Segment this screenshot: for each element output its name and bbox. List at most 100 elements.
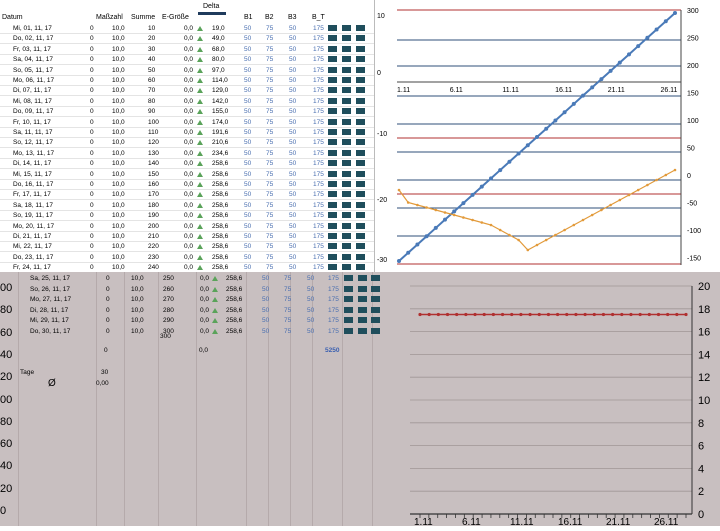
cell-m[interactable]: 10,0 [131, 284, 144, 295]
cell-s[interactable]: 80 [148, 96, 155, 107]
cell-b1[interactable]: 50 [244, 96, 251, 107]
cell-b3[interactable]: 50 [289, 54, 296, 65]
table-row[interactable]: Mi, 08, 11, 17 0 10,0 80 0,0 142,0 50 75 50 175 [0, 96, 375, 107]
cell-m[interactable]: 10,0 [112, 23, 125, 34]
table-row[interactable]: Di, 21, 11, 17 0 10,0 210 0,0 258,6 50 75 50 175 [0, 231, 375, 242]
cell-e[interactable]: 0,0 [200, 273, 209, 284]
cell-v[interactable]: 191,6 [212, 127, 228, 138]
cell-z[interactable]: 0 [90, 23, 94, 34]
cell-bt[interactable]: 175 [313, 44, 324, 55]
cell-e[interactable]: 0,0 [184, 231, 193, 242]
cell-bt[interactable]: 175 [313, 33, 324, 44]
cell-b3[interactable]: 50 [289, 241, 296, 252]
cell-m[interactable]: 10,0 [131, 315, 144, 326]
cell-s[interactable]: 230 [148, 252, 159, 263]
cell-b1[interactable]: 50 [244, 189, 251, 200]
cell-b1[interactable]: 50 [262, 305, 269, 316]
cell-date[interactable]: Mo, 06, 11, 17 [13, 75, 54, 86]
cell-e[interactable]: 0,0 [184, 210, 193, 221]
cell-m[interactable]: 10,0 [112, 169, 125, 180]
cell-z[interactable]: 0 [90, 179, 94, 190]
cell-date[interactable]: So, 19, 11, 17 [13, 210, 53, 221]
cell-date[interactable]: Di, 21, 11, 17 [13, 231, 51, 242]
cell-date[interactable]: Fr, 10, 11, 17 [13, 117, 51, 128]
cell-v[interactable]: 49,0 [212, 33, 225, 44]
cell-s[interactable]: 130 [148, 148, 159, 159]
cell-e[interactable]: 0,0 [184, 189, 193, 200]
cell-m[interactable]: 10,0 [112, 127, 125, 138]
cell-b1[interactable]: 50 [244, 65, 251, 76]
table-row[interactable]: Di, 14, 11, 17 0 10,0 140 0,0 258,6 50 75 50 175 [0, 158, 375, 170]
cell-m[interactable]: 10,0 [112, 252, 125, 263]
cell-b2[interactable]: 75 [266, 231, 273, 242]
cell-s[interactable]: 90 [148, 106, 155, 117]
cell-e[interactable]: 0,0 [184, 169, 193, 180]
cell-z[interactable]: 0 [90, 148, 94, 159]
cell-b3[interactable]: 50 [289, 169, 296, 180]
cell-m[interactable]: 10,0 [112, 179, 125, 190]
cell-v[interactable]: 258,6 [212, 189, 228, 200]
cell-v[interactable]: 234,6 [212, 148, 228, 159]
cell-s[interactable]: 190 [148, 210, 159, 221]
header-b1[interactable]: B1 [244, 14, 253, 21]
cell-bt[interactable]: 175 [328, 305, 339, 316]
cell-date[interactable]: Do, 23, 11, 17 [13, 252, 53, 263]
cell-bt[interactable]: 175 [313, 148, 324, 159]
cell-date[interactable]: Sa, 11, 11, 17 [13, 127, 53, 138]
cell-b3[interactable]: 50 [289, 44, 296, 55]
cell-e[interactable]: 0,0 [184, 96, 193, 107]
cell-date[interactable]: Mo, 13, 11, 17 [13, 148, 54, 159]
header-egroesse[interactable]: E-Größe [162, 14, 189, 21]
cell-z[interactable]: 0 [90, 241, 94, 252]
cell-date[interactable]: Fr, 17, 11, 17 [13, 189, 51, 200]
cell-v[interactable]: 19,0 [212, 23, 225, 34]
cell-v[interactable]: 258,6 [212, 179, 228, 190]
cell-b1[interactable]: 50 [244, 241, 251, 252]
cell-b2[interactable]: 75 [266, 75, 273, 86]
cell-e[interactable]: 0,0 [184, 200, 193, 211]
cell-v[interactable]: 258,6 [226, 273, 242, 284]
cell-e[interactable]: 0,0 [184, 23, 193, 34]
cell-b3[interactable]: 50 [307, 273, 314, 284]
cell-s[interactable]: 260 [163, 284, 174, 295]
cell-b2[interactable]: 75 [266, 106, 273, 117]
cell-b2[interactable]: 75 [266, 54, 273, 65]
cell-e[interactable]: 0,0 [184, 158, 193, 169]
cell-s[interactable]: 210 [148, 231, 159, 242]
cell-m[interactable]: 10,0 [131, 294, 144, 305]
cell-b3[interactable]: 50 [307, 305, 314, 316]
cell-b2[interactable]: 75 [266, 137, 273, 148]
cell-b2[interactable]: 75 [266, 127, 273, 138]
table-row[interactable]: So, 26, 11, 17 0 10,0 260 0,0 258,6 50 75 50 175 [18, 284, 380, 295]
cell-s[interactable]: 170 [148, 189, 159, 200]
table-row[interactable]: Mi, 22, 11, 17 0 10,0 220 0,0 258,6 50 75 50 175 [0, 241, 375, 253]
cell-s[interactable]: 250 [163, 273, 174, 284]
cell-b2[interactable]: 75 [266, 241, 273, 252]
cell-b1[interactable]: 50 [244, 210, 251, 221]
cell-b2[interactable]: 75 [266, 210, 273, 221]
cell-z[interactable]: 0 [90, 117, 94, 128]
cell-m[interactable]: 10,0 [112, 158, 125, 169]
table-row[interactable]: Fr, 03, 11, 17 0 10,0 30 0,0 68,0 50 75 50 175 [0, 44, 375, 55]
cell-z[interactable]: 0 [90, 54, 94, 65]
cell-b3[interactable]: 50 [289, 200, 296, 211]
table-row[interactable]: Fr, 17, 11, 17 0 10,0 170 0,0 258,6 50 75 50 175 [0, 189, 375, 201]
cell-bt[interactable]: 175 [313, 231, 324, 242]
table-row[interactable]: So, 05, 11, 17 0 10,0 50 0,0 97,0 50 75 50 175 [0, 65, 375, 76]
table-row[interactable]: Di, 28, 11, 17 0 10,0 280 0,0 258,6 50 75 50 175 [18, 305, 380, 316]
cell-b1[interactable]: 50 [262, 315, 269, 326]
cell-date[interactable]: Di, 14, 11, 17 [13, 158, 51, 169]
cell-s[interactable]: 150 [148, 169, 159, 180]
cell-e[interactable]: 0,0 [184, 33, 193, 44]
cell-z[interactable]: 0 [106, 315, 110, 326]
cell-b2[interactable]: 75 [284, 305, 291, 316]
cell-b2[interactable]: 75 [266, 189, 273, 200]
cell-date[interactable]: Mi, 01, 11, 17 [13, 23, 52, 34]
cell-e[interactable]: 0,0 [184, 179, 193, 190]
table-row[interactable]: Mo, 13, 11, 17 0 10,0 130 0,0 234,6 50 75 50 175 [0, 148, 375, 159]
cell-s[interactable]: 140 [148, 158, 159, 169]
cell-m[interactable]: 10,0 [112, 54, 125, 65]
cell-v[interactable]: 174,0 [212, 117, 228, 128]
table-row[interactable]: Mi, 15, 11, 17 0 10,0 150 0,0 258,6 50 75 50 175 [0, 169, 375, 180]
cell-b3[interactable]: 50 [289, 106, 296, 117]
